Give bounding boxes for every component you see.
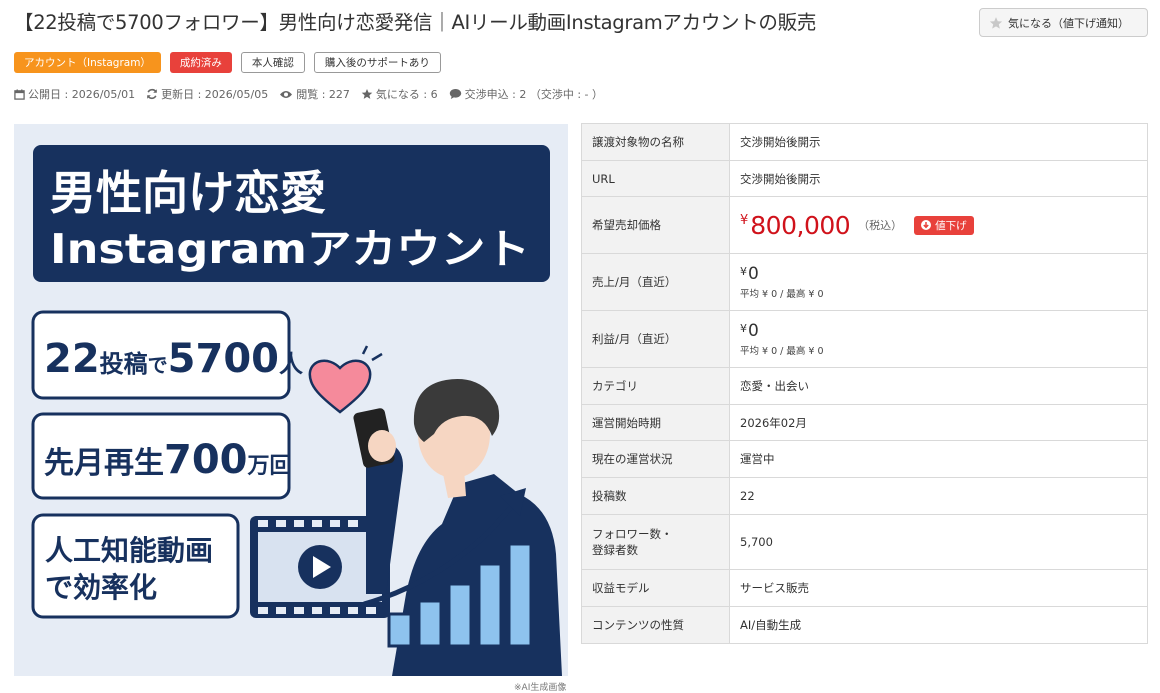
identity-verified-tag: 本人確認 bbox=[240, 52, 305, 73]
table-row: 譲渡対象物の名称 交渉開始後開示 bbox=[581, 123, 1148, 161]
field-label: フォロワー数・ 登録者数 bbox=[581, 514, 730, 570]
profit-value: ¥0 bbox=[740, 321, 759, 341]
field-value: 交渉開始後開示 bbox=[729, 160, 1148, 197]
status-badge: 成約済み bbox=[169, 52, 232, 73]
hero-title-line2: Instagramアカウント bbox=[50, 225, 530, 273]
refresh-icon bbox=[147, 88, 157, 100]
like-count: 気になる : 6 bbox=[361, 86, 438, 102]
svg-text:人工知能動画: 人工知能動画 bbox=[45, 534, 213, 567]
field-value: サービス販売 bbox=[729, 569, 1148, 607]
field-value: 交渉開始後開示 bbox=[729, 123, 1148, 161]
eye-icon bbox=[280, 90, 293, 98]
updated-date: 更新日 : 2026/05/05 bbox=[146, 86, 268, 102]
table-row: カテゴリ 恋愛・出会い bbox=[581, 367, 1148, 405]
table-row: 希望売却価格 ¥ 800,000 （税込） 値下げ bbox=[581, 196, 1148, 254]
watch-button[interactable]: 気になる（値下げ通知） bbox=[979, 8, 1148, 37]
offer-count: 交渉申込 : 2 （交渉中 : - ） bbox=[449, 86, 603, 102]
field-label: 現在の運営状況 bbox=[581, 440, 730, 478]
table-row: 収益モデル サービス販売 bbox=[581, 569, 1148, 607]
ai-image-note: ※AI生成画像 bbox=[514, 683, 567, 693]
comment-icon bbox=[449, 89, 461, 99]
field-label: URL bbox=[581, 160, 730, 197]
field-value: 22 bbox=[729, 477, 1148, 515]
support-tag: 購入後のサポートあり bbox=[313, 52, 441, 73]
sales-value: ¥0 bbox=[740, 264, 759, 284]
table-row: 投稿数 22 bbox=[581, 477, 1148, 515]
field-value: 運営中 bbox=[729, 440, 1148, 478]
svg-text:で効率化: で効率化 bbox=[45, 571, 157, 604]
meta-bar: 公開日 : 2026/05/01 更新日 : 2026/05/05 閲覧 : 2… bbox=[14, 86, 603, 102]
field-label: 希望売却価格 bbox=[581, 196, 730, 254]
view-count: 閲覧 : 227 bbox=[279, 86, 350, 102]
table-row: コンテンツの性質 AI/自動生成 bbox=[581, 606, 1148, 644]
table-row: 運営開始時期 2026年02月 bbox=[581, 404, 1148, 441]
table-row: 売上/月（直近） ¥0 平均 ¥ 0 / 最高 ¥ 0 bbox=[581, 253, 1148, 311]
calendar-icon bbox=[14, 88, 25, 100]
price: ¥ 800,000 （税込） 値下げ bbox=[740, 211, 1137, 240]
arrow-down-circle-icon bbox=[921, 220, 932, 230]
listing-details-table: 譲渡対象物の名称 交渉開始後開示 URL 交渉開始後開示 希望売却価格 ¥ 80… bbox=[581, 123, 1148, 644]
star-icon bbox=[989, 16, 1003, 29]
price-value: 800,000 bbox=[750, 210, 851, 240]
field-label: 利益/月（直近） bbox=[581, 310, 730, 368]
field-label: 投稿数 bbox=[581, 477, 730, 515]
field-label: コンテンツの性質 bbox=[581, 606, 730, 644]
table-row: 利益/月（直近） ¥0 平均 ¥ 0 / 最高 ¥ 0 bbox=[581, 310, 1148, 368]
field-label: 譲渡対象物の名称 bbox=[581, 123, 730, 161]
table-row: フォロワー数・ 登録者数 5,700 bbox=[581, 514, 1148, 570]
page-title: 【22投稿で5700フォロワー】男性向け恋愛発信｜AIリール動画Instagra… bbox=[14, 11, 817, 34]
table-row: URL 交渉開始後開示 bbox=[581, 160, 1148, 197]
field-value: 5,700 bbox=[729, 514, 1148, 570]
watch-button-label: 気になる（値下げ通知） bbox=[1008, 16, 1129, 30]
listing-hero-image: 男性向け恋愛 Instagramアカウント 22投稿で5700人 先月再生700… bbox=[14, 124, 568, 676]
field-label: 売上/月（直近） bbox=[581, 253, 730, 311]
hero-title-line1: 男性向け恋愛 bbox=[50, 166, 326, 220]
sales-sub: 平均 ¥ 0 / 最高 ¥ 0 bbox=[740, 289, 824, 300]
field-label: 収益モデル bbox=[581, 569, 730, 607]
category-tag[interactable]: アカウント（Instagram） bbox=[14, 52, 161, 73]
tag-list: アカウント（Instagram） 成約済み 本人確認 購入後のサポートあり bbox=[14, 52, 441, 73]
field-value: AI/自動生成 bbox=[729, 606, 1148, 644]
field-value: 2026年02月 bbox=[729, 404, 1148, 441]
table-row: 現在の運営状況 運営中 bbox=[581, 440, 1148, 478]
price-down-badge: 値下げ bbox=[914, 215, 974, 235]
star-icon bbox=[361, 89, 373, 99]
profit-sub: 平均 ¥ 0 / 最高 ¥ 0 bbox=[740, 346, 824, 357]
published-date: 公開日 : 2026/05/01 bbox=[14, 86, 135, 102]
svg-text:22投稿で5700人: 22投稿で5700人 bbox=[44, 336, 303, 382]
tax-note: （税込） bbox=[858, 219, 903, 232]
field-label: カテゴリ bbox=[581, 367, 730, 405]
field-label: 運営開始時期 bbox=[581, 404, 730, 441]
field-value: 恋愛・出会い bbox=[729, 367, 1148, 405]
